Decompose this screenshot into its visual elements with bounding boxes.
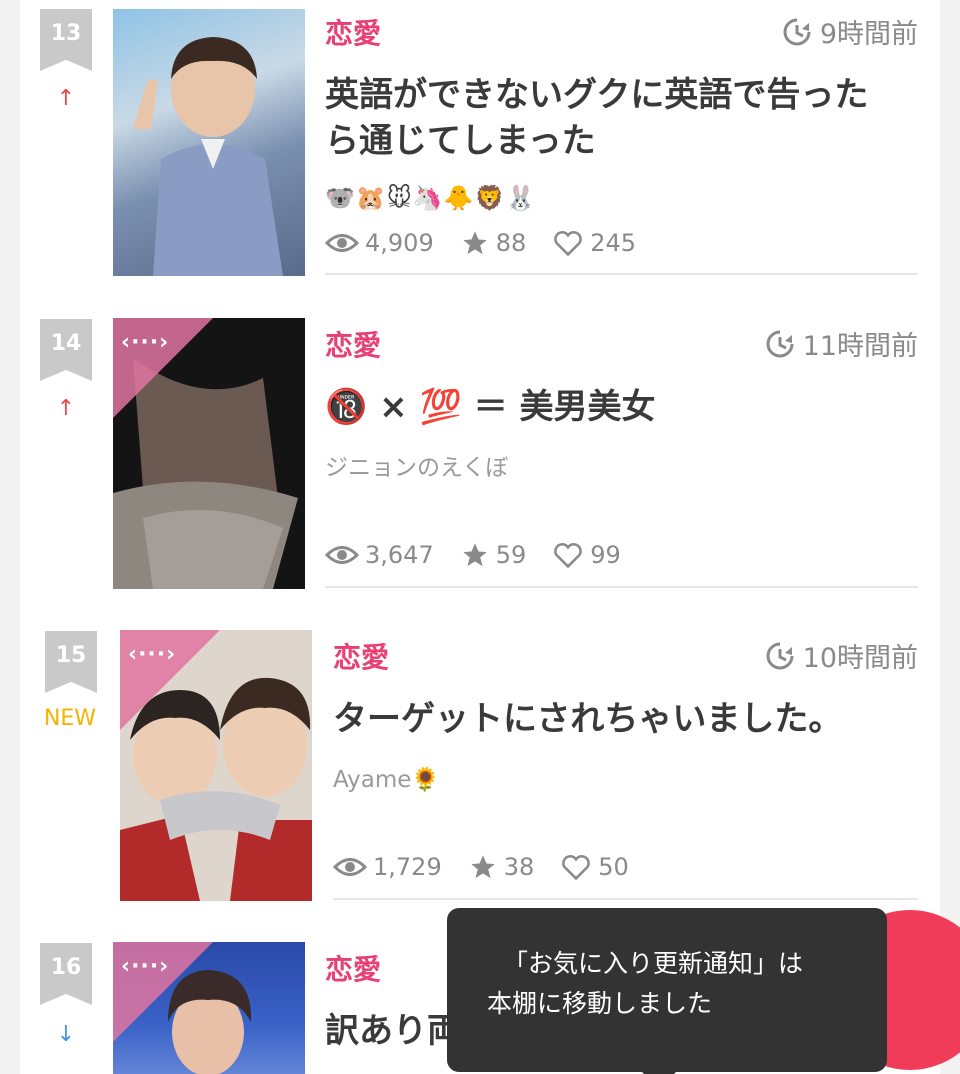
- trend-up-icon: ↑: [56, 86, 76, 111]
- rank-badge: 14: [40, 319, 92, 381]
- star-icon: [463, 543, 487, 567]
- post-title[interactable]: 🔞 × 💯 ＝ 美男美女: [325, 384, 656, 430]
- time-text: 10時間前: [802, 643, 918, 674]
- title-line: 🔞 × 💯 ＝ 美男美女: [325, 387, 656, 427]
- toast-line: 「お気に入り更新通知」は: [503, 949, 804, 978]
- likes-stat: 50: [560, 853, 629, 881]
- stars-stat: 38: [468, 853, 534, 881]
- stars-stat: 88: [460, 229, 526, 257]
- category-label[interactable]: 恋愛: [325, 324, 381, 364]
- clock-refresh-icon: [766, 642, 794, 669]
- star-icon: [463, 231, 487, 255]
- toast-line: 本棚に移動しました: [487, 989, 713, 1018]
- title-line: 訳あり両: [325, 1011, 461, 1051]
- divider: [333, 898, 918, 900]
- post-title[interactable]: 訳あり両: [325, 1008, 461, 1054]
- thumbnail-image[interactable]: ‹···›: [113, 318, 305, 589]
- likes-stat: 245: [552, 229, 636, 257]
- author-name[interactable]: 🐨🐹🐭🦄🐥🦁🐰: [325, 184, 536, 212]
- eye-icon: [325, 546, 359, 564]
- title-line: 英語ができないグクに英語で告った: [325, 75, 869, 115]
- post-time: 9時間前: [782, 12, 918, 51]
- post-stats: 3,647 59 99: [325, 541, 621, 569]
- series-icon: ‹···›: [121, 954, 170, 979]
- clock-refresh-icon: [766, 330, 794, 357]
- thumbnail-image[interactable]: ‹···›: [113, 942, 305, 1074]
- series-icon: ‹···›: [121, 330, 170, 355]
- title-line: ターゲットにされちゃいました。: [333, 699, 843, 739]
- post-stats: 1,729 38 50: [333, 853, 629, 881]
- list-item[interactable]: 15 NEW ‹···› 恋愛 10時間前 ターゲットにされちゃいました。 Ay: [20, 622, 940, 912]
- stars-stat: 59: [460, 541, 526, 569]
- author-name[interactable]: Ayame🌻: [333, 766, 440, 793]
- divider: [325, 273, 918, 275]
- eye-icon: [325, 234, 359, 252]
- star-icon: [471, 855, 495, 879]
- time-text: 9時間前: [819, 19, 918, 50]
- post-time: 11時間前: [765, 324, 918, 363]
- views-stat: 4,909: [325, 229, 434, 257]
- thumbnail-image[interactable]: [113, 9, 305, 276]
- toast-tip: [642, 1055, 676, 1074]
- heart-icon: [554, 231, 583, 257]
- category-label[interactable]: 恋愛: [333, 636, 389, 676]
- category-label[interactable]: 恋愛: [325, 948, 381, 988]
- thumbnail-image[interactable]: ‹···›: [120, 630, 312, 901]
- clock-refresh-icon: [783, 18, 811, 45]
- post-stats: 4,909 88 245: [325, 229, 636, 257]
- portrait-illustration: [133, 37, 283, 276]
- heart-icon: [562, 855, 591, 881]
- post-title[interactable]: 英語ができないグクに英語で告った ら通じてしまった: [325, 72, 868, 164]
- category-label[interactable]: 恋愛: [325, 12, 381, 52]
- rank-badge: 15: [45, 631, 97, 693]
- author-name[interactable]: ジニョンのえくぼ: [325, 448, 508, 482]
- trend-down-icon: ↓: [56, 1022, 76, 1047]
- divider: [325, 586, 918, 588]
- rank-badge: 13: [40, 9, 92, 71]
- trend-up-icon: ↑: [56, 396, 76, 421]
- trend-new-label: NEW: [43, 706, 97, 731]
- list-item[interactable]: 13 ↑ 恋愛 9時間前 英語ができないグクに英語で告った ら通じてしまった 🐨…: [20, 0, 940, 290]
- views-stat: 1,729: [333, 853, 442, 881]
- likes-stat: 99: [552, 541, 621, 569]
- toast-notification: 「お気に入り更新通知」は 本棚に移動しました: [447, 908, 887, 1074]
- views-stat: 3,647: [325, 541, 434, 569]
- heart-icon: [554, 543, 583, 569]
- series-icon: ‹···›: [128, 642, 177, 667]
- time-text: 11時間前: [802, 331, 918, 362]
- list-item[interactable]: 14 ↑ ‹···› 恋愛 11時間前 🔞 × 💯 ＝ 美男美女 ジニョンのえく…: [20, 310, 940, 600]
- rank-badge: 16: [40, 943, 92, 1005]
- eye-icon: [333, 858, 367, 876]
- title-line: ら通じてしまった: [325, 121, 596, 161]
- post-time: 10時間前: [765, 636, 918, 675]
- post-title[interactable]: ターゲットにされちゃいました。: [333, 696, 842, 742]
